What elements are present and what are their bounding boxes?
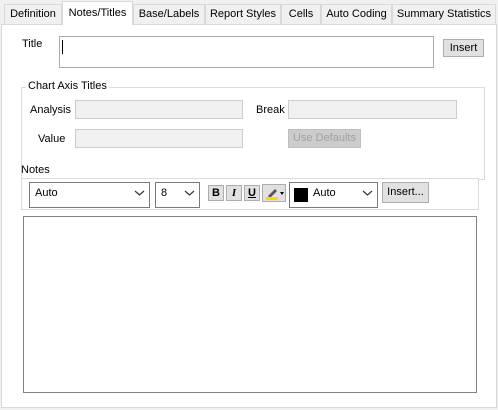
title-input[interactable] [59,36,434,68]
text-color-select[interactable]: Auto [289,182,378,208]
italic-button[interactable]: I [226,185,242,201]
analysis-input[interactable] [75,100,243,119]
notes-text-area[interactable] [23,216,477,393]
tab-summary-statistics[interactable]: Summary Statistics [392,4,496,24]
tab-base-labels[interactable]: Base/Labels [133,4,205,24]
tab-report-styles[interactable]: Report Styles [205,4,281,24]
tab-auto-coding[interactable]: Auto Coding [321,4,392,24]
highlight-color-button[interactable] [262,184,286,202]
title-insert-button[interactable]: Insert [443,39,484,57]
use-defaults-button[interactable]: Use Defaults [288,129,361,148]
break-label: Break [256,104,285,116]
font-size-select[interactable]: 8 [155,182,200,208]
value-input[interactable] [75,129,243,148]
chevron-down-icon [362,190,373,196]
text-caret [62,40,63,54]
highlighter-icon [266,189,284,200]
chart-axis-titles-label: Chart Axis Titles [26,80,109,92]
bold-button[interactable]: B [208,185,224,201]
notes-titles-panel: Title Insert Chart Axis Titles Analysis … [1,24,497,408]
tab-bar: Definition Notes/Titles Base/Labels Repo… [0,0,498,25]
tab-cells[interactable]: Cells [281,4,321,24]
chevron-down-icon [184,190,195,196]
notes-insert-button[interactable]: Insert... [382,182,429,203]
color-swatch [294,188,308,202]
notes-label: Notes [21,164,50,176]
title-label: Title [22,38,43,50]
break-input[interactable] [288,100,457,119]
font-size-value: 8 [161,187,168,199]
analysis-label: Analysis [30,104,71,116]
chevron-down-icon [134,190,145,196]
underline-button[interactable]: U [244,185,260,201]
text-color-value: Auto [313,187,336,199]
font-select-value: Auto [35,187,58,199]
font-select[interactable]: Auto [29,182,150,208]
tab-definition[interactable]: Definition [4,4,62,24]
value-label: Value [38,133,66,145]
tab-notes-titles[interactable]: Notes/Titles [62,1,133,25]
